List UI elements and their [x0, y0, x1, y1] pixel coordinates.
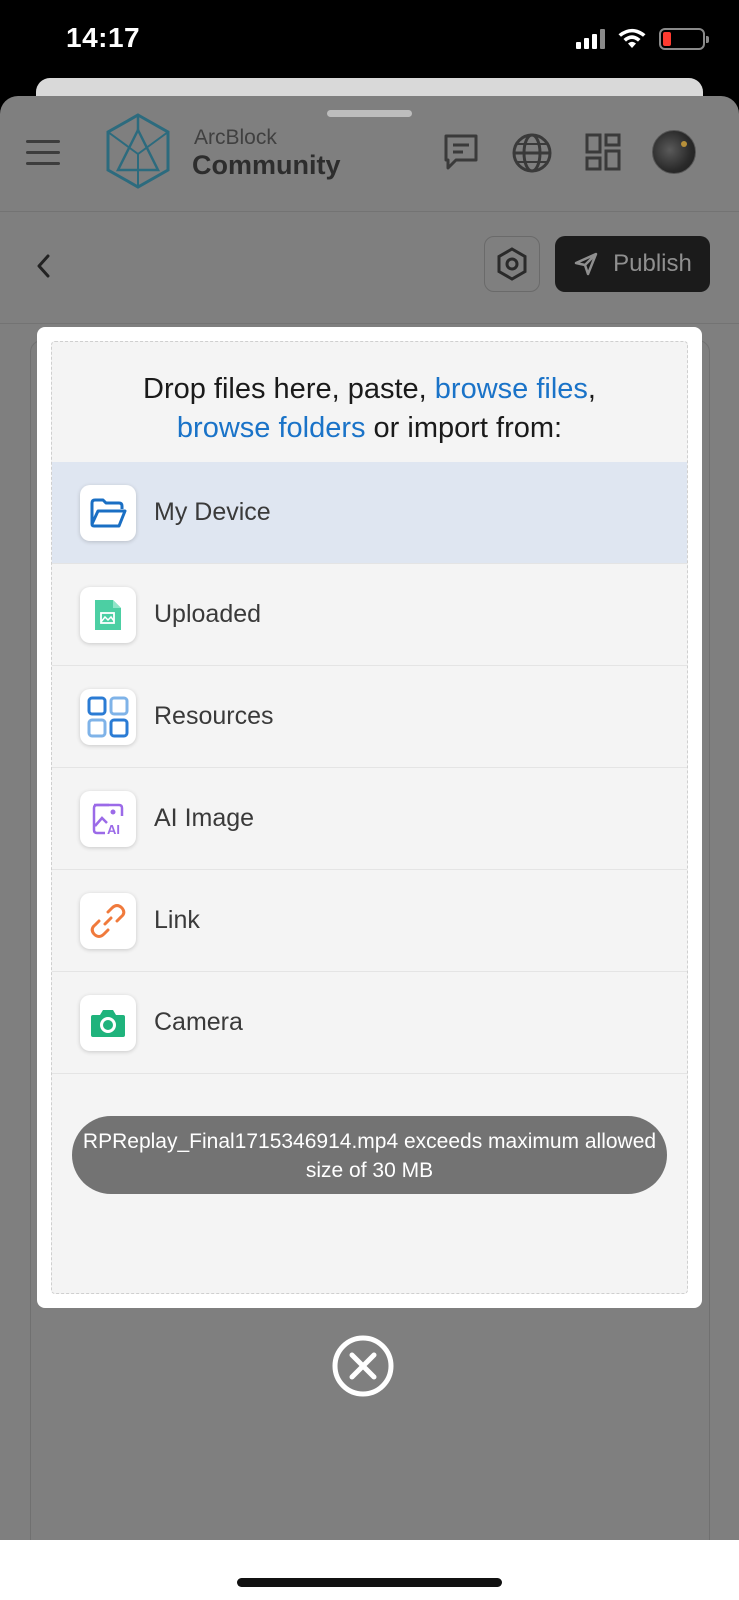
source-label: Camera: [154, 1008, 243, 1036]
back-chevron-icon[interactable]: [34, 252, 54, 280]
drop-instructions: Drop files here, paste, browse files, br…: [52, 342, 687, 462]
status-time: 14:17: [66, 22, 141, 53]
wifi-icon: [618, 28, 646, 48]
source-label: My Device: [154, 498, 271, 526]
chat-icon[interactable]: [442, 132, 480, 172]
user-avatar[interactable]: [652, 130, 696, 174]
source-label: Resources: [154, 702, 274, 730]
brand-name-top: ArcBlock: [194, 126, 277, 149]
brand-name-bottom: Community: [192, 150, 341, 180]
drop-text-3: or import from:: [365, 412, 563, 444]
close-modal-icon[interactable]: [331, 1334, 395, 1398]
apps-grid-icon[interactable]: [584, 132, 622, 172]
source-my-device[interactable]: My Device: [52, 462, 687, 564]
image-file-icon: [80, 586, 136, 643]
import-source-list: My Device Uploaded Resources AI AI Image…: [52, 462, 687, 1074]
home-indicator[interactable]: [237, 1578, 502, 1587]
arcblock-logo-icon[interactable]: [104, 112, 172, 190]
source-link[interactable]: Link: [52, 870, 687, 972]
ai-image-icon: AI: [80, 790, 136, 847]
source-camera[interactable]: Camera: [52, 972, 687, 1074]
folder-open-icon: [80, 484, 136, 541]
globe-icon[interactable]: [511, 132, 553, 174]
upload-modal: Drop files here, paste, browse files, br…: [37, 327, 702, 1308]
source-label: Link: [154, 906, 200, 934]
battery-icon: [659, 28, 709, 50]
drop-text-1: Drop files here, paste,: [143, 373, 435, 405]
status-bar: 14:17: [0, 0, 739, 80]
file-size-error-toast: RPReplay_Final1715346914.mp4 exceeds max…: [72, 1116, 667, 1194]
browse-files-link[interactable]: browse files: [435, 373, 588, 405]
svg-text:AI: AI: [107, 822, 120, 836]
drop-zone[interactable]: Drop files here, paste, browse files, br…: [51, 341, 688, 1294]
send-icon: [574, 252, 598, 276]
publish-button[interactable]: Publish: [555, 236, 710, 292]
source-label: AI Image: [154, 804, 255, 832]
source-label: Uploaded: [154, 600, 262, 628]
publish-label: Publish: [613, 250, 692, 277]
editor-toolbar: Publish: [0, 212, 739, 324]
status-icons: [576, 28, 709, 50]
source-resources[interactable]: Resources: [52, 666, 687, 768]
grid-icon: [80, 688, 136, 745]
link-icon: [80, 892, 136, 949]
source-ai-image[interactable]: AI AI Image: [52, 768, 687, 870]
source-uploaded[interactable]: Uploaded: [52, 564, 687, 666]
camera-icon: [80, 994, 136, 1051]
cellular-signal-icon: [576, 29, 605, 49]
settings-button[interactable]: [484, 236, 540, 292]
browse-folders-link[interactable]: browse folders: [177, 412, 366, 444]
hexagon-settings-icon: [497, 247, 527, 281]
home-area: [0, 1540, 739, 1600]
app-header: ArcBlock Community: [0, 96, 739, 212]
menu-icon[interactable]: [26, 140, 60, 166]
drop-text-2: ,: [587, 373, 596, 405]
